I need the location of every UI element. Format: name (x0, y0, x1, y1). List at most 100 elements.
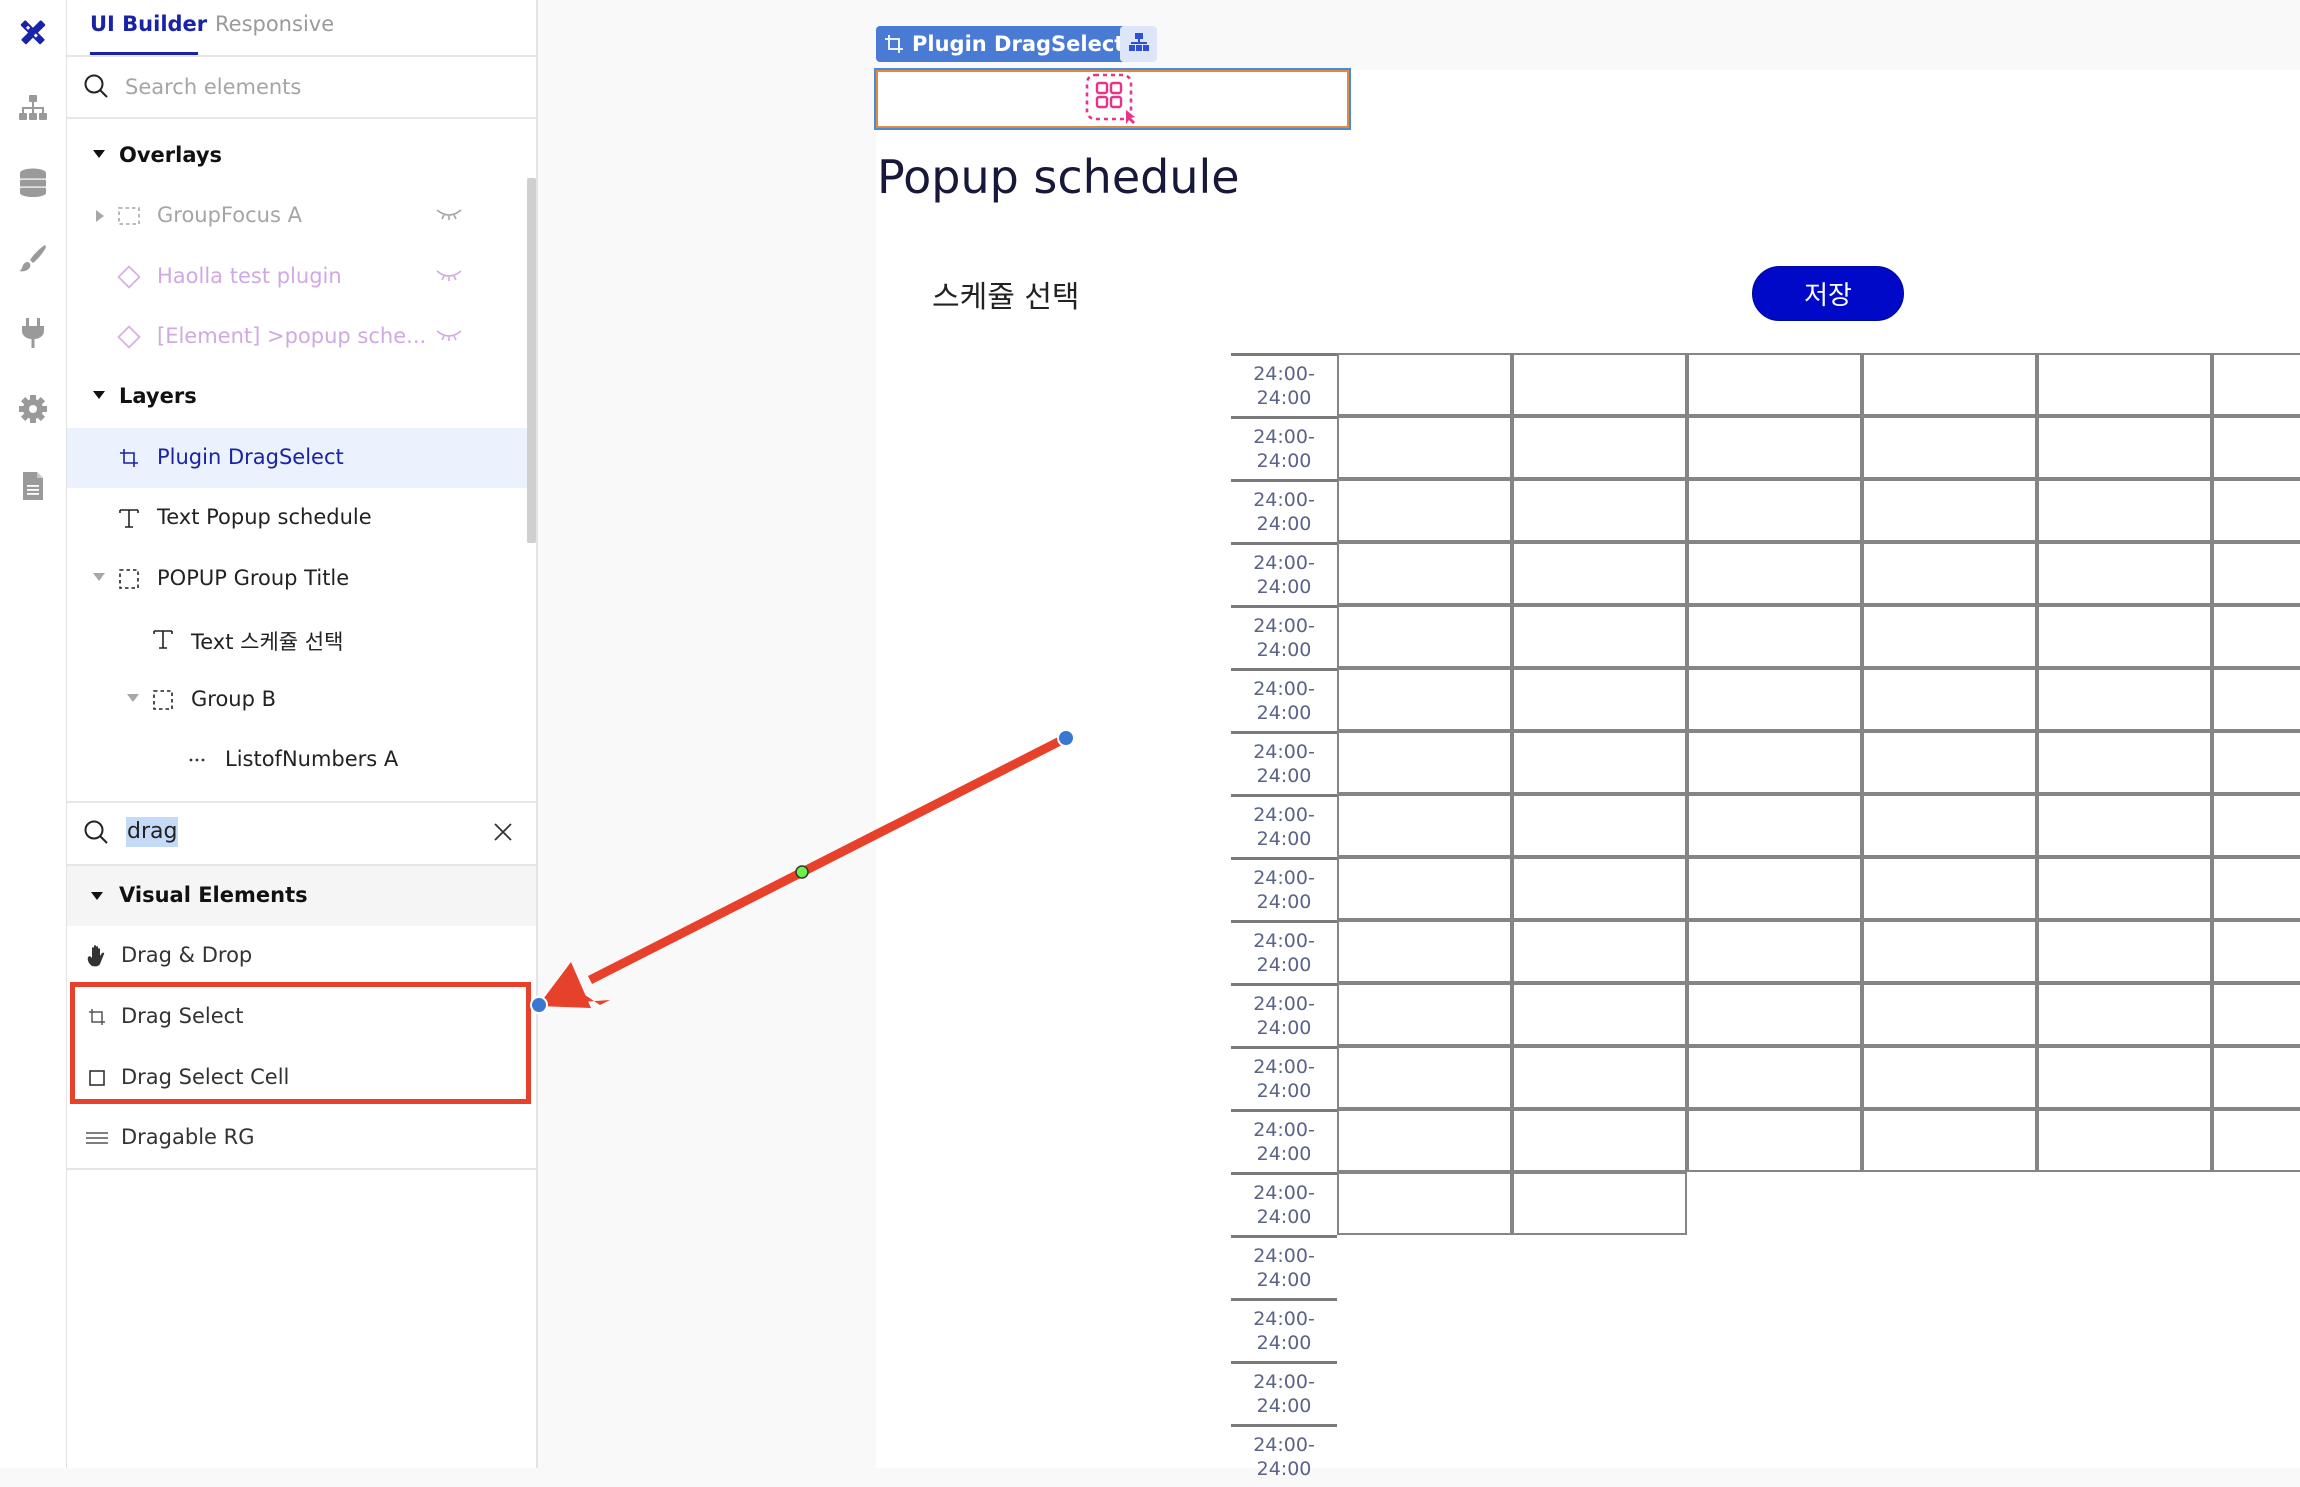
schedule-cell[interactable] (1512, 353, 1687, 416)
brush-icon[interactable] (13, 238, 53, 278)
element-drag-select[interactable]: Drag Select (67, 987, 536, 1047)
schedule-cell[interactable] (1687, 668, 1862, 731)
overlay-item-element-popup-schedule[interactable]: [Element] >popup sche... (67, 307, 527, 367)
page-title[interactable]: Popup schedule (877, 150, 1240, 204)
schedule-cell[interactable] (2212, 920, 2300, 983)
layer-item-group-b[interactable]: Group B (67, 670, 527, 730)
overlays-section-header[interactable]: Overlays (67, 126, 527, 186)
layers-section-header[interactable]: Layers (67, 367, 527, 427)
caret-down-icon[interactable] (127, 694, 139, 702)
layer-item-text-popup-schedule[interactable]: Text Popup schedule (67, 488, 527, 548)
schedule-cell[interactable] (2212, 416, 2300, 479)
design-icon[interactable] (13, 12, 53, 52)
schedule-cell[interactable] (1337, 353, 1512, 416)
schedule-cell[interactable] (2212, 983, 2300, 1046)
schedule-cell[interactable] (2037, 794, 2212, 857)
element-drag-and-drop[interactable]: Drag & Drop (67, 926, 536, 986)
schedule-cell[interactable] (2037, 353, 2212, 416)
selected-element-tag[interactable]: Plugin DragSelect (876, 26, 1135, 62)
schedule-cell[interactable] (1337, 542, 1512, 605)
schedule-cell[interactable] (2037, 542, 2212, 605)
schedule-cell[interactable] (1862, 542, 2037, 605)
schedule-cell[interactable] (1687, 983, 1862, 1046)
schedule-cell[interactable] (2037, 857, 2212, 920)
element-drag-select-cell[interactable]: Drag Select Cell (67, 1048, 536, 1108)
caret-right-icon[interactable] (96, 210, 104, 222)
schedule-cell[interactable] (1862, 731, 2037, 794)
schedule-cell[interactable] (1512, 605, 1687, 668)
caret-down-icon[interactable] (93, 573, 105, 581)
hierarchy-icon[interactable] (13, 88, 53, 128)
schedule-cell[interactable] (2037, 668, 2212, 731)
schedule-cell[interactable] (1687, 353, 1862, 416)
schedule-cell[interactable] (2212, 353, 2300, 416)
overlay-item-groupfocus-a[interactable]: GroupFocus A (67, 186, 527, 246)
schedule-cell[interactable] (1862, 1109, 2037, 1172)
schedule-cell[interactable] (2037, 920, 2212, 983)
schedule-cell[interactable] (1862, 983, 2037, 1046)
schedule-cell[interactable] (1687, 731, 1862, 794)
schedule-cell[interactable] (2212, 542, 2300, 605)
schedule-cell[interactable] (2037, 983, 2212, 1046)
schedule-cell[interactable] (2037, 731, 2212, 794)
schedule-cell[interactable] (1687, 542, 1862, 605)
schedule-cell[interactable] (2037, 1046, 2212, 1109)
schedule-cell[interactable] (1512, 920, 1687, 983)
close-icon[interactable] (492, 821, 514, 847)
database-icon[interactable] (13, 163, 53, 203)
schedule-cell[interactable] (1512, 1172, 1687, 1235)
schedule-cell[interactable] (2212, 1109, 2300, 1172)
schedule-cell[interactable] (1512, 1046, 1687, 1109)
schedule-cell[interactable] (2037, 416, 2212, 479)
schedule-cell[interactable] (1337, 416, 1512, 479)
schedule-cell[interactable] (1862, 857, 2037, 920)
caret-down-icon[interactable] (93, 150, 105, 158)
tab-responsive[interactable]: Responsive (215, 12, 334, 36)
schedule-cell[interactable] (2212, 479, 2300, 542)
layers-scrollbar[interactable] (527, 178, 536, 543)
eye-closed-icon[interactable] (435, 206, 463, 226)
schedule-cell[interactable] (1862, 1046, 2037, 1109)
palette-search-input[interactable]: drag (126, 817, 179, 847)
caret-down-icon[interactable] (93, 391, 105, 399)
schedule-cell[interactable] (1687, 479, 1862, 542)
schedule-cell[interactable] (1512, 416, 1687, 479)
hierarchy-button[interactable] (1120, 26, 1157, 62)
document-icon[interactable] (13, 466, 53, 506)
schedule-cell[interactable] (2212, 668, 2300, 731)
schedule-cell[interactable] (1512, 731, 1687, 794)
schedule-cell[interactable] (1512, 794, 1687, 857)
schedule-cell[interactable] (1337, 605, 1512, 668)
schedule-cell[interactable] (2212, 1046, 2300, 1109)
layer-item-listofnumbers-a[interactable]: ListofNumbers A (67, 730, 527, 790)
schedule-cell[interactable] (1337, 668, 1512, 731)
layer-item-popup-group-title[interactable]: POPUP Group Title (67, 549, 527, 609)
schedule-cell[interactable] (1512, 668, 1687, 731)
schedule-cell[interactable] (1337, 731, 1512, 794)
schedule-cell[interactable] (1337, 857, 1512, 920)
schedule-cell[interactable] (1862, 605, 2037, 668)
schedule-cell[interactable] (1687, 1046, 1862, 1109)
search-elements-input[interactable] (125, 69, 485, 105)
schedule-cell[interactable] (1337, 920, 1512, 983)
schedule-cell[interactable] (1687, 857, 1862, 920)
save-button[interactable]: 저장 (1752, 266, 1904, 321)
schedule-cell[interactable] (1337, 983, 1512, 1046)
arrow-handle-mid[interactable] (795, 865, 809, 879)
layer-item-text-schedule-select[interactable]: Text 스케쥴 선택 (67, 609, 527, 669)
schedule-cell[interactable] (2037, 605, 2212, 668)
schedule-cell[interactable] (1337, 794, 1512, 857)
schedule-cell[interactable] (1862, 668, 2037, 731)
layer-item-plugin-dragselect[interactable]: Plugin DragSelect (67, 428, 527, 488)
schedule-cell[interactable] (1337, 1172, 1512, 1235)
schedule-cell[interactable] (1337, 1046, 1512, 1109)
schedule-cell[interactable] (2212, 605, 2300, 668)
schedule-cell[interactable] (1337, 1109, 1512, 1172)
schedule-cell[interactable] (2212, 731, 2300, 794)
schedule-cell[interactable] (1862, 920, 2037, 983)
schedule-select-label[interactable]: 스케쥴 선택 (932, 272, 1080, 316)
visual-elements-header[interactable]: Visual Elements (67, 866, 536, 926)
schedule-cell[interactable] (1687, 794, 1862, 857)
schedule-cell[interactable] (1512, 857, 1687, 920)
tab-ui-builder[interactable]: UI Builder (90, 12, 207, 36)
